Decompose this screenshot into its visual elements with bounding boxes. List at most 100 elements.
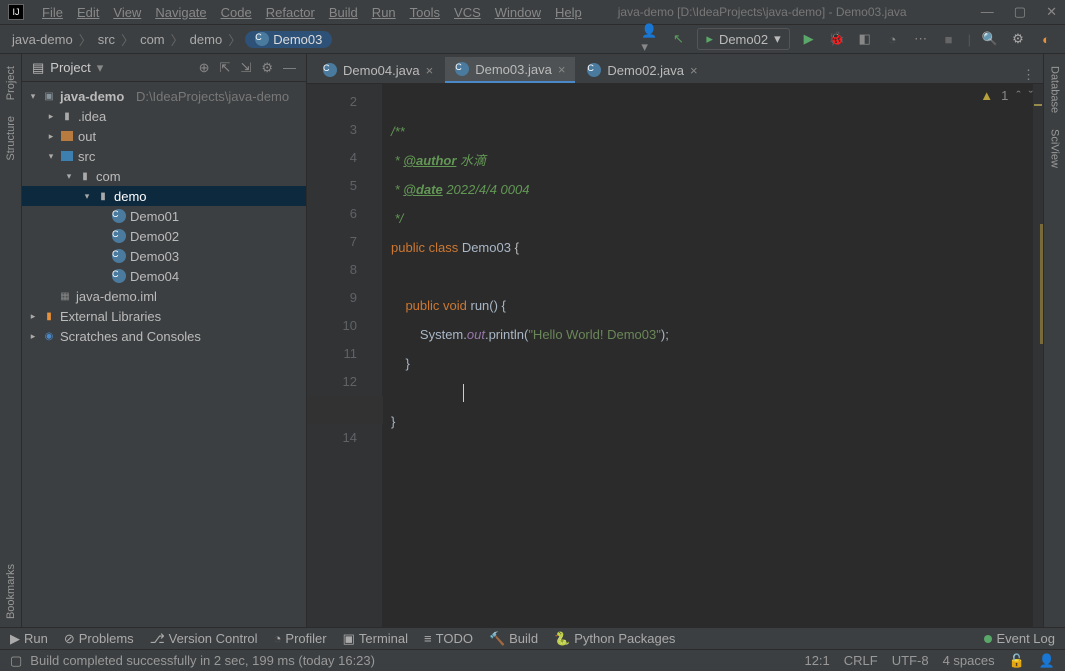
- project-tree: ▾▣java-demo D:\IdeaProjects\java-demo ▸▮…: [22, 82, 306, 627]
- close-icon[interactable]: ✕: [1046, 4, 1057, 20]
- line-gutter: 234567891011121314: [307, 84, 367, 627]
- attach-icon[interactable]: ⋯: [912, 30, 930, 48]
- tool-run[interactable]: ▶Run: [10, 631, 48, 647]
- editor-tabs: CDemo04.java× CDemo03.java× CDemo02.java…: [307, 54, 1043, 84]
- menu-window[interactable]: Window: [489, 3, 547, 22]
- jetbrains-icon[interactable]: ◐: [1037, 30, 1055, 48]
- menu-tools[interactable]: Tools: [404, 3, 446, 22]
- navigation-bar: java-demo〉 src〉 com〉 demo〉 CDemo03 👤▾ ↖ …: [0, 24, 1065, 54]
- collapse-icon[interactable]: ⇲: [240, 60, 251, 76]
- tree-file-demo01[interactable]: CDemo01: [22, 206, 306, 226]
- coverage-icon[interactable]: ◧: [856, 30, 874, 48]
- expand-all-icon[interactable]: ⇱: [220, 60, 231, 76]
- editor-inspections[interactable]: ▲1 ˆ ˇ: [980, 88, 1033, 103]
- close-icon[interactable]: ×: [426, 63, 434, 78]
- status-dot-icon: [984, 635, 992, 643]
- folder-icon: ▤: [32, 60, 44, 76]
- warning-range: [1040, 224, 1043, 344]
- hide-icon[interactable]: —: [283, 60, 296, 76]
- breadcrumb: java-demo〉 src〉 com〉 demo〉 CDemo03: [10, 30, 332, 49]
- tree-file-demo04[interactable]: CDemo04: [22, 266, 306, 286]
- crumb-com[interactable]: com: [138, 32, 167, 47]
- menu-build[interactable]: Build: [323, 3, 364, 22]
- tree-demo[interactable]: ▾▮demo: [22, 186, 306, 206]
- panel-title[interactable]: Project: [50, 60, 90, 75]
- tree-scratches[interactable]: ▸◉Scratches and Consoles: [22, 326, 306, 346]
- play-icon: ▶: [10, 631, 20, 647]
- tree-file-demo02[interactable]: CDemo02: [22, 226, 306, 246]
- select-opened-icon[interactable]: ⊕: [199, 60, 210, 76]
- status-encoding[interactable]: UTF-8: [892, 653, 929, 669]
- python-icon: 🐍: [554, 631, 570, 647]
- minimize-icon[interactable]: —: [981, 4, 994, 20]
- tool-vcs[interactable]: ⎇Version Control: [150, 631, 258, 647]
- status-indent[interactable]: 4 spaces: [943, 653, 995, 669]
- tree-com[interactable]: ▾▮com: [22, 166, 306, 186]
- tool-event-log[interactable]: Event Log: [984, 631, 1055, 646]
- tab-demo02[interactable]: CDemo02.java×: [577, 57, 707, 83]
- error-stripe[interactable]: [1033, 84, 1043, 627]
- tree-ext-libs[interactable]: ▸▮External Libraries: [22, 306, 306, 326]
- terminal-icon: ▣: [343, 631, 355, 647]
- close-icon[interactable]: ×: [558, 62, 566, 77]
- status-caret-pos[interactable]: 12:1: [804, 653, 829, 669]
- search-icon[interactable]: 🔍: [981, 30, 999, 48]
- tree-src[interactable]: ▾src: [22, 146, 306, 166]
- stop-icon[interactable]: ■: [940, 30, 958, 48]
- settings-icon[interactable]: ⚙: [1009, 30, 1027, 48]
- run-icon[interactable]: ▶: [800, 30, 818, 48]
- tree-iml[interactable]: ▦java-demo.iml: [22, 286, 306, 306]
- menu-edit[interactable]: Edit: [71, 3, 105, 22]
- warning-mark[interactable]: [1034, 104, 1042, 106]
- crumb-demo[interactable]: demo: [188, 32, 225, 47]
- tool-profiler[interactable]: ◔Profiler: [274, 631, 327, 646]
- gear-icon[interactable]: ⚙: [261, 60, 273, 76]
- menu-refactor[interactable]: Refactor: [260, 3, 321, 22]
- menu-help[interactable]: Help: [549, 3, 588, 22]
- tab-demo04[interactable]: CDemo04.java×: [313, 57, 443, 83]
- rail-structure[interactable]: Structure: [5, 116, 17, 161]
- chevron-down-icon[interactable]: ▾: [97, 60, 104, 76]
- tree-out[interactable]: ▸out: [22, 126, 306, 146]
- menu-navigate[interactable]: Navigate: [149, 3, 212, 22]
- ide-status-icon[interactable]: 👤: [1039, 653, 1055, 669]
- maximize-icon[interactable]: ▢: [1014, 4, 1026, 20]
- rail-database[interactable]: Database: [1049, 66, 1061, 113]
- rail-sciview[interactable]: SciView: [1049, 129, 1061, 168]
- app-icon: ▸: [706, 31, 713, 47]
- menu-run[interactable]: Run: [366, 3, 402, 22]
- tool-terminal[interactable]: ▣Terminal: [343, 631, 408, 647]
- back-icon[interactable]: ↖: [669, 30, 687, 48]
- rail-bookmarks[interactable]: Bookmarks: [5, 564, 17, 619]
- run-config-selector[interactable]: ▸ Demo02 ▾: [697, 28, 789, 50]
- lock-icon[interactable]: 🔓: [1009, 653, 1025, 669]
- chevron-up-icon[interactable]: ˆ: [1016, 88, 1020, 103]
- crumb-root[interactable]: java-demo: [10, 32, 75, 47]
- tool-todo[interactable]: ≡TODO: [424, 631, 473, 646]
- branch-icon: ⎇: [150, 631, 165, 647]
- tool-build[interactable]: 🔨Build: [489, 631, 538, 647]
- status-message: Build completed successfully in 2 sec, 1…: [30, 653, 375, 668]
- menu-file[interactable]: File: [36, 3, 69, 22]
- crumb-file[interactable]: CDemo03: [245, 31, 332, 48]
- tree-file-demo03[interactable]: CDemo03: [22, 246, 306, 266]
- text-cursor: [463, 384, 464, 402]
- tabs-more-icon[interactable]: ⋮: [1014, 67, 1043, 83]
- menu-vcs[interactable]: VCS: [448, 3, 487, 22]
- code-editor[interactable]: 234567891011121314 /** * @author 水滴 * @d…: [307, 84, 1043, 627]
- tree-idea[interactable]: ▸▮.idea: [22, 106, 306, 126]
- menu-code[interactable]: Code: [215, 3, 258, 22]
- status-tools-icon[interactable]: ▢: [10, 653, 22, 669]
- tool-python[interactable]: 🐍Python Packages: [554, 631, 675, 647]
- rail-project[interactable]: Project: [5, 66, 17, 100]
- debug-icon[interactable]: 🐞: [828, 30, 846, 48]
- menu-view[interactable]: View: [107, 3, 147, 22]
- tree-root[interactable]: ▾▣java-demo D:\IdeaProjects\java-demo: [22, 86, 306, 106]
- tab-demo03[interactable]: CDemo03.java×: [445, 57, 575, 83]
- user-icon[interactable]: 👤▾: [641, 30, 659, 48]
- close-icon[interactable]: ×: [690, 63, 698, 78]
- crumb-src[interactable]: src: [96, 32, 117, 47]
- tool-problems[interactable]: ⊘Problems: [64, 631, 134, 647]
- profile-icon[interactable]: ◔: [884, 30, 902, 48]
- status-line-ending[interactable]: CRLF: [844, 653, 878, 669]
